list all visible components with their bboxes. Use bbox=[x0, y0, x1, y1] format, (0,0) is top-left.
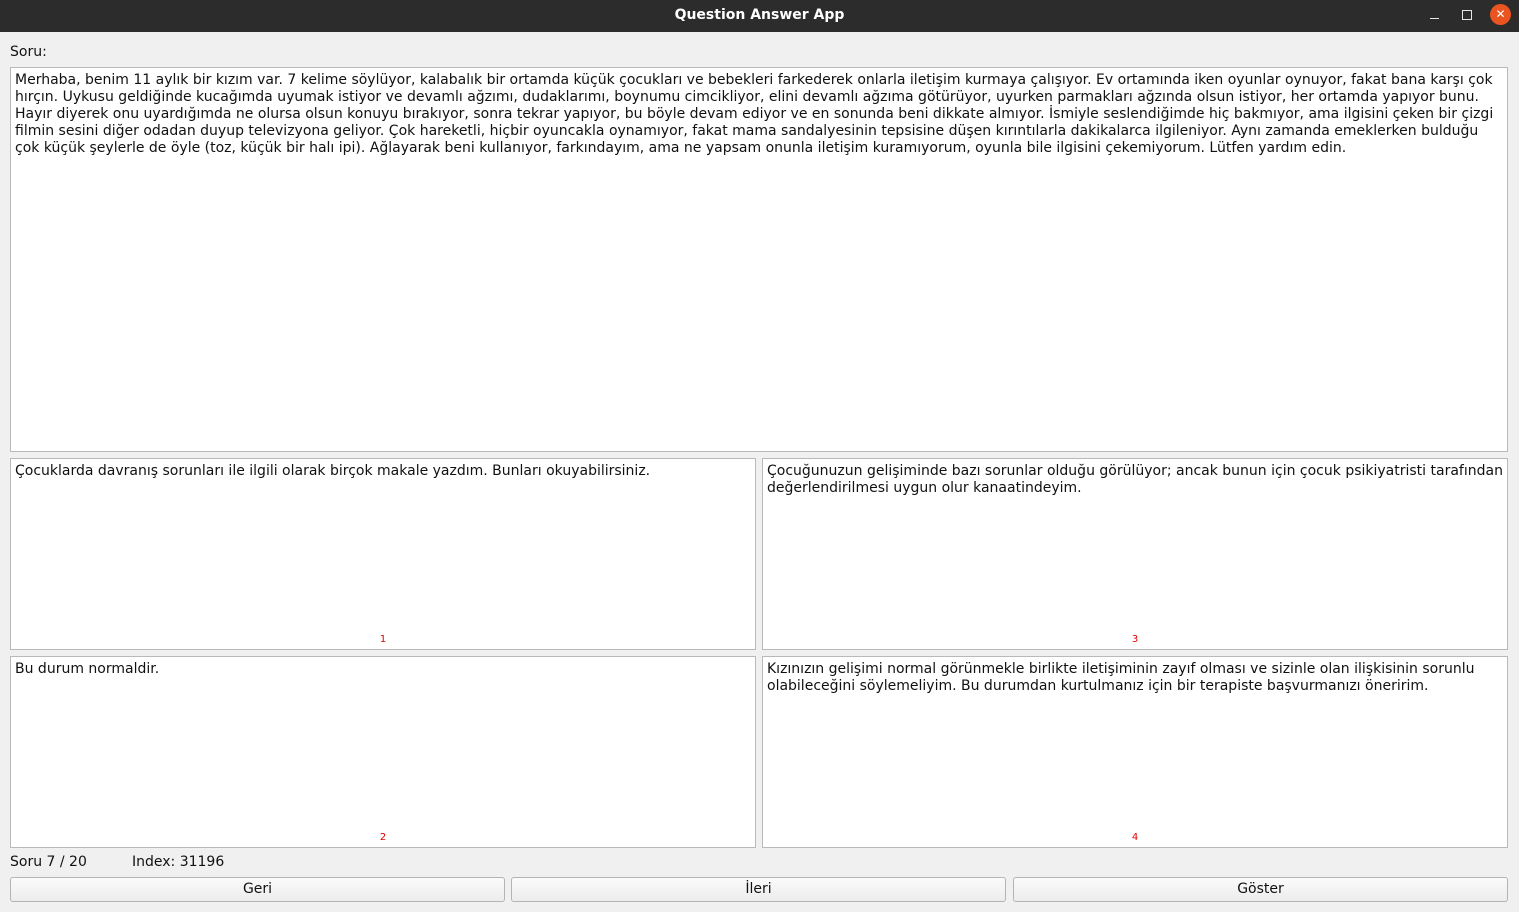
close-button[interactable]: ✕ bbox=[1490, 4, 1511, 25]
answer-box-2[interactable]: Bu durum normaldir. 2 bbox=[10, 656, 756, 848]
answer-text: Kızınızın gelişimi normal görünmekle bir… bbox=[767, 661, 1475, 694]
answer-text: Çocuğunuzun gelişiminde bazı sorunlar ol… bbox=[767, 463, 1503, 496]
question-progress: Soru 7 / 20 bbox=[10, 854, 87, 870]
question-textbox[interactable]: Merhaba, benim 11 aylık bir kızım var. 7… bbox=[10, 67, 1508, 452]
question-text: Merhaba, benim 11 aylık bir kızım var. 7… bbox=[15, 72, 1494, 156]
question-label: Soru: bbox=[10, 44, 47, 60]
window-titlebar: Question Answer App ✕ bbox=[0, 0, 1519, 32]
minimize-icon bbox=[1429, 17, 1439, 20]
answer-number: 1 bbox=[379, 634, 387, 645]
answer-box-3[interactable]: Çocuğunuzun gelişiminde bazı sorunlar ol… bbox=[762, 458, 1508, 650]
answer-box-4[interactable]: Kızınızın gelişimi normal görünmekle bir… bbox=[762, 656, 1508, 848]
answer-text: Çocuklarda davranış sorunları ile ilgili… bbox=[15, 463, 651, 479]
answer-number: 2 bbox=[379, 832, 387, 843]
answer-text: Bu durum normaldir. bbox=[15, 661, 160, 677]
answer-box-1[interactable]: Çocuklarda davranış sorunları ile ilgili… bbox=[10, 458, 756, 650]
back-button[interactable]: Geri bbox=[10, 877, 505, 902]
show-button[interactable]: Göster bbox=[1013, 877, 1508, 902]
minimize-button[interactable] bbox=[1423, 5, 1445, 27]
answer-number: 4 bbox=[1131, 832, 1139, 843]
question-index: Index: 31196 bbox=[132, 854, 225, 870]
close-icon: ✕ bbox=[1495, 7, 1506, 21]
maximize-icon bbox=[1462, 9, 1472, 20]
answer-number: 3 bbox=[1131, 634, 1139, 645]
window-title: Question Answer App bbox=[674, 7, 845, 23]
next-button[interactable]: İleri bbox=[511, 877, 1006, 902]
maximize-button[interactable] bbox=[1456, 5, 1478, 27]
